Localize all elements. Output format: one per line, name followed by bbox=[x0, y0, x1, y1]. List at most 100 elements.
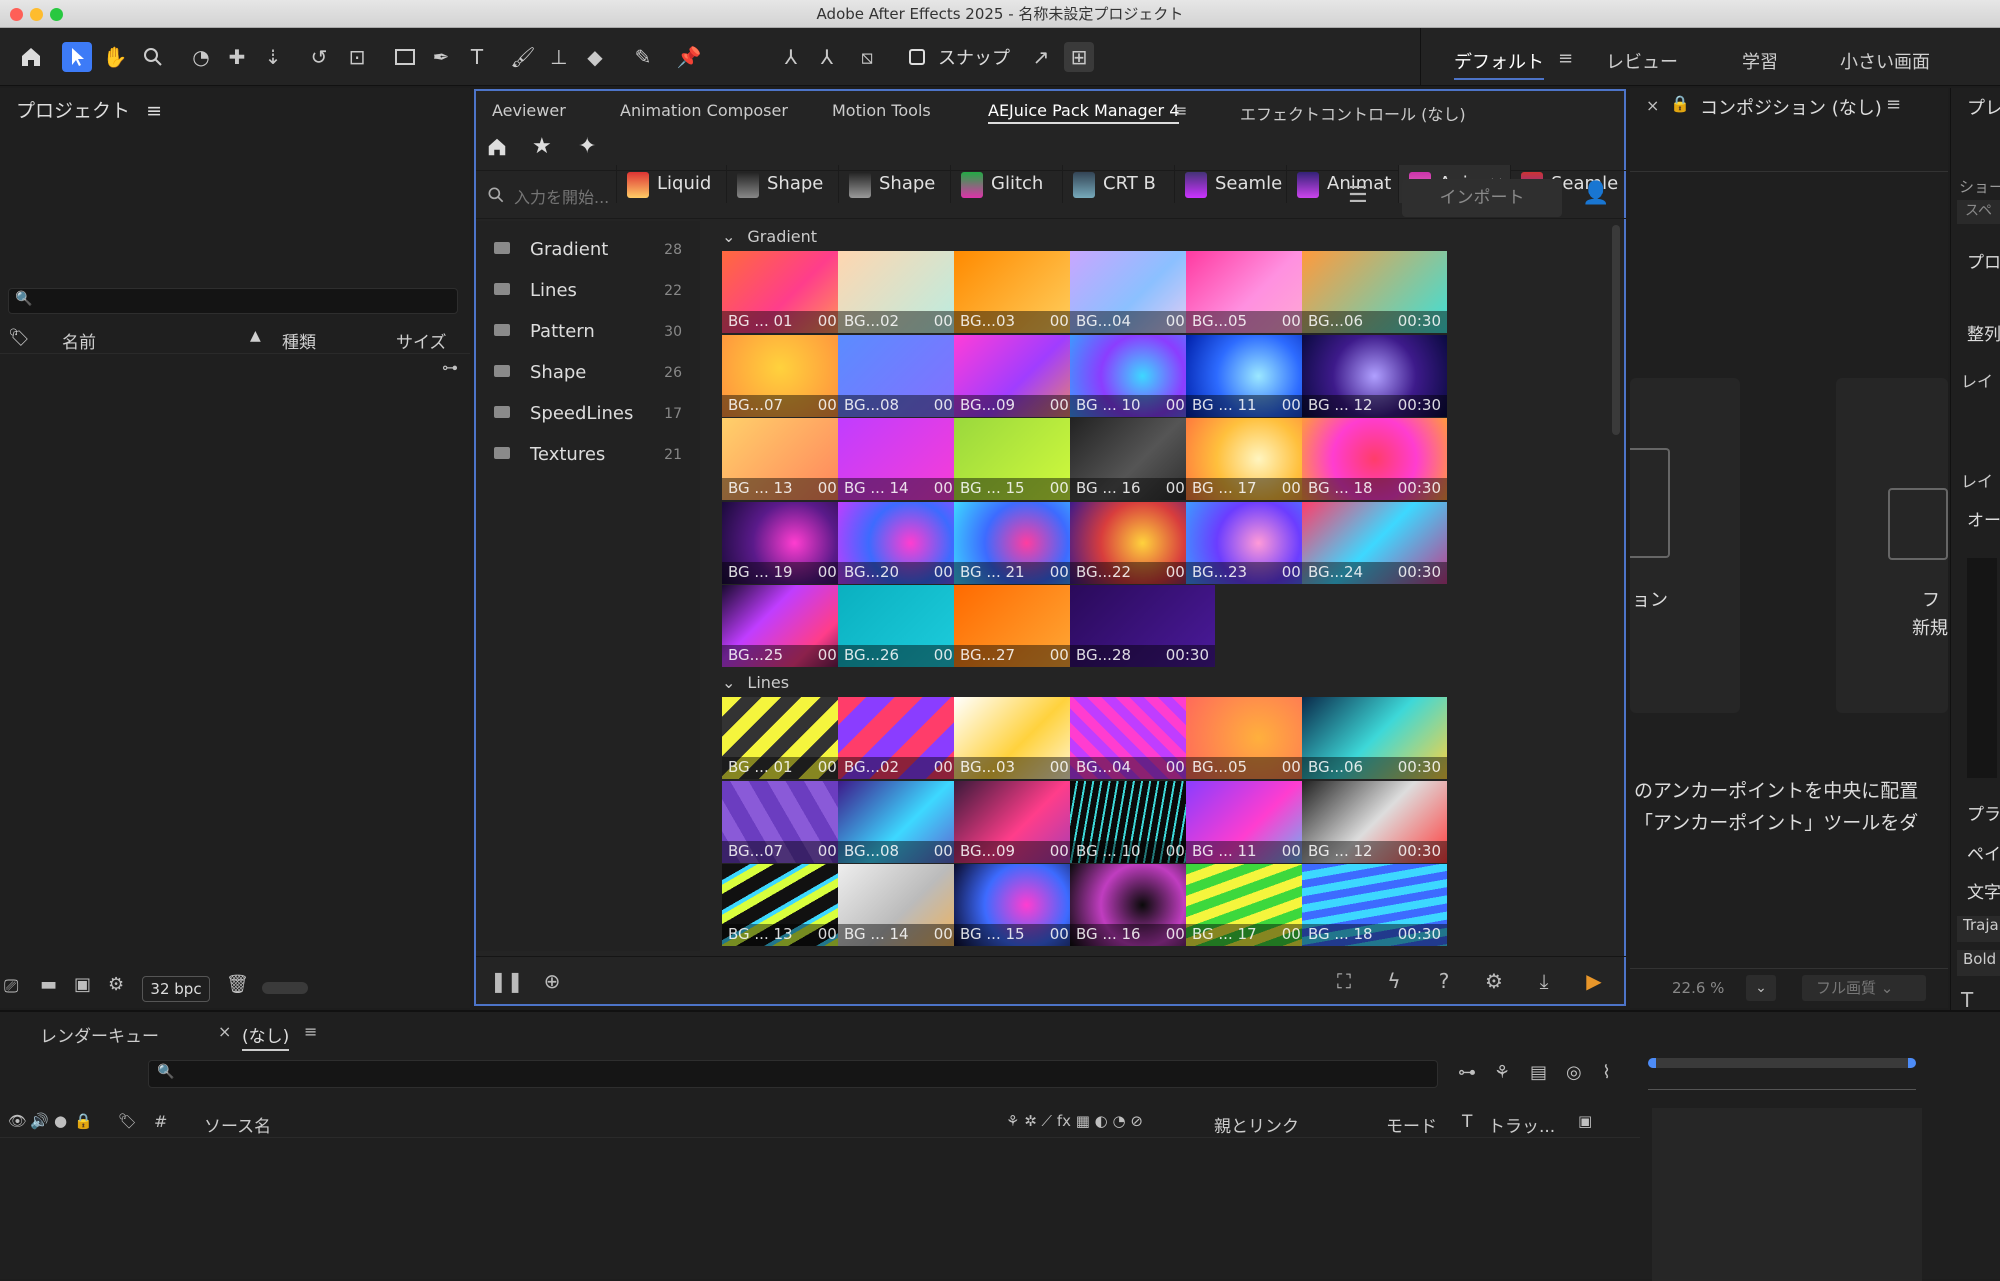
tab-motion-tools[interactable]: Motion Tools bbox=[832, 101, 931, 120]
brush-icon[interactable]: 🖌 bbox=[508, 42, 538, 72]
selection-icon[interactable] bbox=[62, 42, 92, 72]
snap-edge-icon[interactable]: ↗ bbox=[1026, 42, 1056, 72]
track-xy-icon[interactable]: ✚ bbox=[222, 42, 252, 72]
font-family-dropdown[interactable]: Traja bbox=[1957, 916, 2000, 942]
workspace-default[interactable]: デフォルト bbox=[1454, 48, 1544, 80]
snap-checkbox[interactable] bbox=[902, 42, 932, 72]
workspace-small-screen[interactable]: 小さい画面 bbox=[1840, 48, 1930, 74]
close-tab-icon[interactable]: × bbox=[218, 1022, 231, 1041]
section-header[interactable]: ⌄ Lines bbox=[722, 673, 789, 692]
preview-panel-title[interactable]: プレ bbox=[1967, 94, 2000, 120]
sparkle-icon[interactable]: ✦ bbox=[578, 134, 596, 159]
pen-icon[interactable]: ✒ bbox=[426, 42, 456, 72]
pack-search-input[interactable] bbox=[514, 183, 1114, 211]
new-comp-from-footage-card[interactable]: フ 新規 bbox=[1836, 378, 1948, 713]
paint-panel-title[interactable]: ペイ bbox=[1967, 840, 2000, 865]
project-search-input[interactable]: 🔍 bbox=[8, 288, 458, 314]
label-tag-icon[interactable]: 🏷 bbox=[118, 1112, 137, 1130]
preset-tile[interactable]: BG ... 12 00:30 bbox=[1302, 334, 1447, 417]
preset-tile[interactable]: BG ... 18 00:30 bbox=[1302, 418, 1447, 500]
shy-layers-icon[interactable]: ⚘ bbox=[1494, 1062, 1510, 1083]
project-settings-icon[interactable]: ⚙ bbox=[108, 974, 124, 995]
zoom-icon[interactable] bbox=[138, 42, 168, 72]
panel-menu-icon[interactable]: ≡ bbox=[1174, 101, 1187, 120]
import-button[interactable]: インポート bbox=[1402, 179, 1562, 217]
lock-icon[interactable]: 🔒 bbox=[74, 1112, 93, 1130]
column-size[interactable]: サイズ bbox=[396, 328, 447, 353]
workspace-review[interactable]: レビュー bbox=[1606, 48, 1678, 74]
axis-view-icon[interactable]: ⧅ bbox=[852, 42, 882, 72]
category-item[interactable]: Shape 26 bbox=[490, 357, 686, 389]
work-area-bar[interactable] bbox=[1648, 1058, 1916, 1068]
grid-scrollbar[interactable] bbox=[1612, 225, 1620, 435]
new-composition-icon[interactable]: ▣ bbox=[74, 974, 91, 995]
roto-brush-icon[interactable]: ✎ bbox=[628, 42, 658, 72]
plugins-panel-title[interactable]: プラ bbox=[1967, 800, 2000, 825]
render-queue-tab[interactable]: レンダーキュー bbox=[40, 1022, 159, 1047]
preset-tile[interactable]: BG...24 00:30 bbox=[1302, 501, 1447, 584]
align-panel-title[interactable]: 整列 bbox=[1967, 320, 2000, 345]
category-item[interactable]: SpeedLines 17 bbox=[490, 398, 686, 430]
bpc-button[interactable]: 32 bpc bbox=[142, 976, 210, 1002]
zoom-dropdown-icon[interactable]: ⌄ bbox=[1746, 975, 1776, 1001]
tab-effect-controls[interactable]: エフェクトコントロール (なし) bbox=[1240, 101, 1466, 125]
composition-title[interactable]: コンポジション (なし) bbox=[1700, 94, 1882, 120]
timeline-graph-area[interactable] bbox=[1652, 1108, 1922, 1281]
lightning-icon[interactable]: ϟ bbox=[1380, 967, 1408, 995]
time-ruler[interactable] bbox=[1648, 1076, 1916, 1090]
zoom-in-icon[interactable]: ⊕ bbox=[538, 967, 566, 995]
tab-aeviewer[interactable]: Aeviewer bbox=[492, 101, 566, 120]
type-icon[interactable]: T bbox=[462, 42, 492, 72]
category-item[interactable]: Pattern 30 bbox=[490, 316, 686, 348]
close-panel-icon[interactable]: × bbox=[1646, 96, 1659, 115]
workspace-menu-icon[interactable]: ≡ bbox=[1558, 48, 1573, 69]
character-panel-title[interactable]: 文字 bbox=[1967, 878, 2000, 903]
snap-target-icon[interactable]: ⊞ bbox=[1064, 42, 1094, 72]
column-mode[interactable]: モード bbox=[1386, 1112, 1437, 1137]
properties-panel-title[interactable]: プロ bbox=[1967, 248, 2000, 273]
flowchart-icon[interactable]: ⊶ bbox=[442, 358, 458, 377]
aejuice-logo-icon[interactable]: ▶ bbox=[1580, 967, 1608, 995]
graph-editor-icon[interactable]: ⌇ bbox=[1602, 1062, 1611, 1083]
timeline-comp-tab[interactable]: (なし) bbox=[242, 1022, 290, 1051]
eraser-icon[interactable]: ◆ bbox=[580, 42, 610, 72]
resolution-dropdown[interactable]: フル画質 ⌄ bbox=[1802, 975, 1926, 1001]
solo-icon[interactable]: ● bbox=[54, 1112, 67, 1130]
audio-panel-title[interactable]: オー bbox=[1967, 506, 2000, 531]
orbit-icon[interactable]: ◔ bbox=[186, 42, 216, 72]
interpret-footage-icon[interactable]: ⎚ bbox=[4, 976, 18, 997]
motion-blur-icon[interactable]: ◎ bbox=[1566, 1062, 1582, 1083]
zoom-level[interactable]: 22.6 % bbox=[1672, 979, 1724, 997]
tab-animation-composer[interactable]: Animation Composer bbox=[620, 101, 788, 120]
column-parent-link[interactable]: 親とリンク bbox=[1214, 1112, 1299, 1137]
home-icon[interactable] bbox=[486, 136, 508, 163]
preset-tile[interactable]: BG...28 00:30 bbox=[1070, 585, 1215, 667]
category-item[interactable]: Gradient 28 bbox=[490, 234, 686, 266]
comp-flowchart-icon[interactable]: ⊶ bbox=[1458, 1062, 1476, 1083]
pause-icon[interactable]: ❚❚ bbox=[490, 967, 524, 995]
new-folder-icon[interactable]: ▬ bbox=[40, 974, 57, 995]
lock-icon[interactable]: 🔒 bbox=[1670, 94, 1690, 113]
panel-menu-icon[interactable]: ≡ bbox=[304, 1022, 317, 1041]
new-comp-card[interactable]: ョン bbox=[1630, 378, 1740, 713]
rectangle-icon[interactable] bbox=[390, 42, 420, 72]
section-header[interactable]: ⌄ Gradient bbox=[722, 227, 817, 246]
video-eye-icon[interactable]: 👁 bbox=[8, 1112, 27, 1130]
star-icon[interactable]: ★ bbox=[532, 134, 552, 159]
audio-icon[interactable]: 🔊 bbox=[30, 1112, 49, 1130]
axis-world-icon[interactable]: ⅄ bbox=[812, 42, 842, 72]
axis-local-icon[interactable]: ⅄ bbox=[776, 42, 806, 72]
category-item[interactable]: Textures 21 bbox=[490, 439, 686, 471]
frame-blending-icon[interactable]: ▤ bbox=[1530, 1062, 1547, 1083]
workspace-learn[interactable]: 学習 bbox=[1742, 48, 1778, 74]
rotate-icon[interactable]: ↺ bbox=[304, 42, 334, 72]
toggle-switches-icon[interactable]: ▣ bbox=[1578, 1112, 1592, 1130]
column-t[interactable]: T bbox=[1462, 1112, 1472, 1132]
track-z-icon[interactable]: ⇣ bbox=[258, 42, 288, 72]
sort-up-icon[interactable]: ▲ bbox=[250, 328, 261, 344]
hand-icon[interactable]: ✋ bbox=[100, 42, 130, 72]
layer-switches-icons[interactable]: ⚘ ✲ ⟋ fx ▦ ◐ ◔ ⊘ bbox=[1006, 1112, 1143, 1130]
tab-aejuice-pack-manager[interactable]: AEJuice Pack Manager 4 bbox=[988, 101, 1180, 124]
preset-tile[interactable]: BG...06 00:30 bbox=[1302, 697, 1447, 779]
help-icon[interactable]: ? bbox=[1430, 967, 1458, 995]
